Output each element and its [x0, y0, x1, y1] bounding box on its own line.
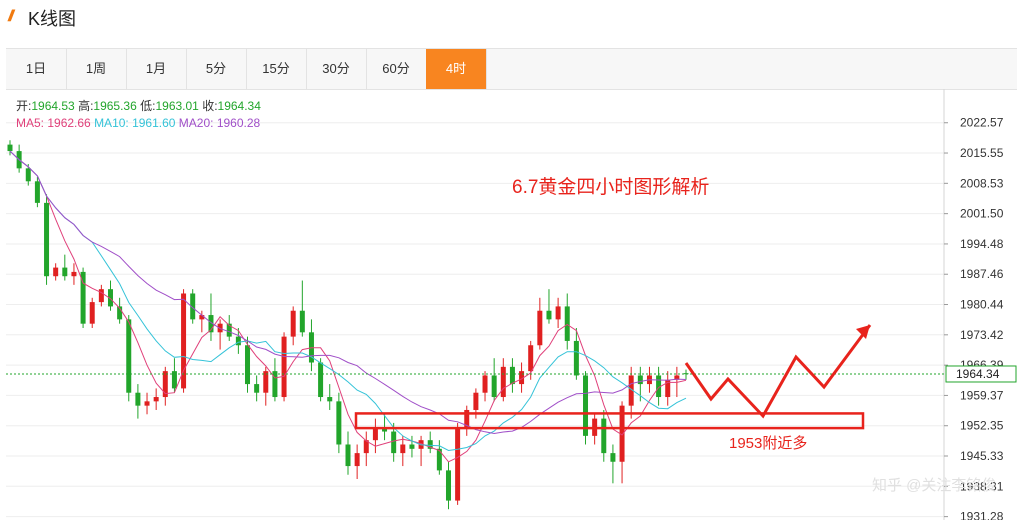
candle-body	[25, 168, 31, 182]
candle-body	[391, 431, 397, 454]
tab-1[interactable]: 1日	[6, 49, 67, 89]
candle-body	[546, 310, 552, 320]
candle-body	[318, 362, 324, 398]
candle-body	[354, 453, 360, 467]
candle-body	[336, 401, 342, 445]
analysis-headline: 6.7黄金四小时图形解析	[512, 176, 709, 198]
candle-body	[327, 397, 333, 402]
candle-body	[144, 401, 150, 406]
tab-5[interactable]: 15分	[246, 49, 307, 89]
candle-body	[89, 302, 95, 324]
support-zone-label: 1953附近多	[729, 435, 807, 452]
candle-body	[98, 289, 104, 303]
tab-3[interactable]: 1月	[126, 49, 187, 89]
candle-body	[153, 397, 159, 402]
watermark: 知乎 @关注李铭俊	[872, 477, 997, 494]
candle-body	[601, 418, 607, 454]
candle-body	[7, 144, 13, 152]
candle-body	[637, 375, 643, 385]
candle-body	[135, 392, 141, 406]
candle-body	[44, 202, 50, 277]
ohlc-readout: 开:1964.53 高:1965.36 低:1963.01 收:1964.34	[16, 98, 261, 113]
title-bar: // K线图	[0, 0, 1017, 34]
y-tick-label: 2001.50	[960, 207, 1004, 221]
candle-body	[455, 427, 461, 501]
candle-body	[445, 470, 451, 501]
candle-body	[555, 306, 561, 320]
tab-8[interactable]: 4时	[426, 49, 487, 89]
y-tick-label: 1931.28	[960, 510, 1004, 520]
y-tick-label: 1945.33	[960, 449, 1004, 463]
candle-body	[245, 345, 251, 385]
candle-body	[281, 336, 287, 398]
app-logo-icon: //	[8, 8, 14, 25]
candle-body	[482, 375, 488, 393]
candle-body	[409, 444, 415, 449]
y-tick-label: 2008.53	[960, 176, 1004, 190]
candle-body	[491, 375, 497, 398]
candle-body	[299, 310, 305, 333]
current-price-label: 1964.34	[956, 367, 1000, 381]
candle-body	[53, 267, 59, 277]
y-tick-label: 2015.55	[960, 146, 1004, 160]
y-tick-label: 1980.44	[960, 298, 1004, 312]
kline-chart[interactable]: 2022.57 2015.55 2008.53 2001.50 1994.48 1987.…	[6, 89, 1017, 520]
candle-body	[573, 340, 579, 376]
y-tick-label: 1952.35	[960, 419, 1004, 433]
candle-body	[610, 453, 616, 462]
candle-body	[473, 392, 479, 410]
page-title: K线图	[28, 9, 77, 29]
kline-chart-svg: 2022.57 2015.55 2008.53 2001.50 1994.48 1987.…	[6, 89, 1017, 520]
candle-body	[345, 444, 351, 467]
candle-body	[583, 375, 589, 436]
candle-body	[34, 181, 40, 203]
y-tick-label: 1959.37	[960, 388, 1004, 402]
candle-body	[126, 319, 132, 393]
tab-6[interactable]: 30分	[306, 49, 367, 89]
candle-body	[528, 345, 534, 372]
candle-body	[400, 444, 406, 454]
y-tick-label: 1973.42	[960, 328, 1004, 342]
ma-readout: MA5: 1962.66 MA10: 1961.60 MA20: 1960.28	[16, 116, 261, 130]
tab-7[interactable]: 60分	[366, 49, 427, 89]
candle-body	[235, 336, 241, 346]
projected-path	[684, 324, 872, 419]
candle-body	[509, 366, 515, 385]
y-tick-label: 2022.57	[960, 116, 1004, 130]
tab-4[interactable]: 5分	[186, 49, 247, 89]
y-tick-label: 1994.48	[960, 237, 1004, 251]
candle-body	[254, 384, 260, 393]
candle-body	[71, 271, 77, 277]
y-tick-label: 1987.46	[960, 267, 1004, 281]
period-tab-bar: 1日 1周 1月 5分 15分 30分 60分 4时	[6, 48, 1017, 90]
tab-2[interactable]: 1周	[66, 49, 127, 89]
candle-body	[500, 366, 506, 398]
candle-body	[564, 306, 570, 341]
candle-body	[62, 267, 68, 277]
candle-body	[290, 310, 296, 337]
candle-body	[537, 310, 543, 346]
